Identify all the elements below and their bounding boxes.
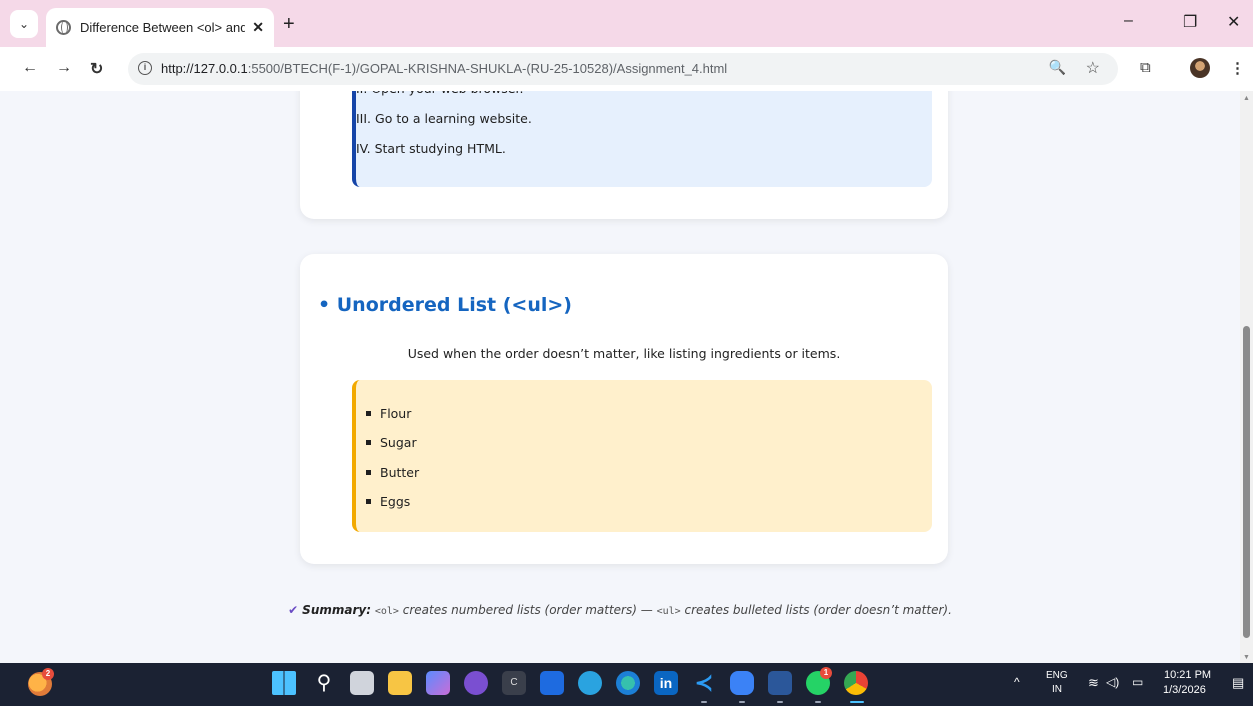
list-item: Flour (366, 403, 411, 423)
ordered-list-card: II. Open your web browser. III. Go to a … (300, 91, 948, 219)
browser-toolbar: ← → ↻ i http://127.0.0.1:5500/BTECH(F-1)… (0, 47, 1253, 91)
unordered-list-card: • Unordered List (<ul>) Used when the or… (300, 254, 948, 564)
square-bullet-icon (366, 469, 371, 475)
summary-label: Summary: (302, 603, 372, 617)
task-view-icon[interactable] (350, 671, 374, 695)
back-arrow-icon[interactable]: ← (22, 59, 38, 77)
list-item: Sugar (366, 432, 417, 452)
language-indicator[interactable]: ENG (1046, 670, 1068, 681)
scroll-up-arrow-icon[interactable]: ▲ (1243, 95, 1250, 102)
globe-icon (56, 20, 71, 35)
tab-close-icon[interactable]: ✕ (252, 19, 264, 36)
list-item: Eggs (366, 491, 410, 511)
running-indicator (815, 701, 821, 703)
windows-taskbar: 2 ⚲ C in ≺ 1 ^ ENG IN ≋ ◁) ▭ 10:21 PM 1/… (0, 663, 1253, 706)
ordered-list-box: II. Open your web browser. III. Go to a … (352, 91, 932, 187)
forward-arrow-icon[interactable]: → (56, 59, 72, 77)
vertical-scrollbar[interactable]: ▲ ▼ (1240, 91, 1253, 663)
site-info-icon[interactable]: i (138, 61, 152, 75)
menu-kebab-icon[interactable]: ⋮ (1230, 59, 1245, 77)
running-indicator (739, 701, 745, 703)
window-close-button[interactable]: ✕ (1227, 12, 1240, 32)
section-description: Used when the order doesn’t matter, like… (407, 346, 841, 361)
store-icon[interactable] (540, 671, 564, 695)
address-bar[interactable]: i http://127.0.0.1:5500/BTECH(F-1)/GOPAL… (128, 53, 1118, 85)
list-item: III. Go to a learning website. (356, 111, 532, 126)
search-icon[interactable]: ⚲ (312, 671, 336, 695)
extensions-icon[interactable]: ⧉ (1140, 59, 1151, 76)
ol-tag: <ol> (374, 606, 399, 617)
tab-strip: ⌄ Difference Between <ol> and < ✕ + – ❐ … (0, 0, 1253, 47)
square-bullet-icon (366, 410, 371, 416)
tab-title: Difference Between <ol> and < (80, 20, 245, 35)
linkedin-icon[interactable]: in (654, 671, 678, 695)
ul-tag: <ul> (656, 606, 681, 617)
chrome-icon[interactable] (844, 671, 868, 695)
notification-bell-icon[interactable]: ▤ (1232, 675, 1244, 691)
word-icon[interactable] (768, 671, 792, 695)
notification-badge: 2 (42, 668, 54, 680)
telegram-icon[interactable] (578, 671, 602, 695)
volume-icon[interactable]: ◁) (1106, 675, 1119, 689)
list-item: II. Open your web browser. (356, 91, 523, 101)
app-icon[interactable] (730, 671, 754, 695)
tab-search-chevron-icon[interactable]: ⌄ (10, 10, 38, 38)
list-item: Butter (366, 462, 419, 482)
vscode-icon[interactable]: ≺ (692, 671, 716, 695)
square-bullet-icon (366, 439, 371, 445)
bookmark-star-icon[interactable]: ☆ (1086, 58, 1100, 78)
new-tab-button[interactable]: + (283, 13, 295, 36)
windows-start-icon[interactable] (272, 671, 296, 695)
restore-button[interactable]: ❐ (1183, 12, 1197, 32)
battery-icon[interactable]: ▭ (1132, 675, 1143, 689)
summary-ul-text: creates bulleted lists (order doesn’t ma… (680, 603, 952, 617)
running-indicator (701, 701, 707, 703)
profile-avatar[interactable] (1190, 58, 1210, 78)
active-tab[interactable]: Difference Between <ol> and < ✕ (46, 8, 274, 47)
running-indicator (777, 701, 783, 703)
chevron-up-icon[interactable]: ^ (1014, 675, 1020, 689)
reload-icon[interactable]: ↻ (90, 59, 103, 79)
scrollbar-thumb[interactable] (1243, 326, 1250, 638)
clock-time[interactable]: 10:21 PM (1164, 669, 1211, 681)
zoom-icon[interactable]: 🔍 (1049, 59, 1066, 76)
unordered-list-box: Flour Sugar Butter Eggs (352, 380, 932, 532)
page-viewport: II. Open your web browser. III. Go to a … (0, 91, 1240, 663)
wifi-icon[interactable]: ≋ (1088, 675, 1099, 691)
edge-icon[interactable] (616, 671, 640, 695)
square-bullet-icon (366, 498, 371, 504)
checkmark-icon: ✔ (288, 603, 299, 617)
url-text[interactable]: http://127.0.0.1:5500/BTECH(F-1)/GOPAL-K… (161, 61, 727, 76)
file-explorer-icon[interactable] (388, 671, 412, 695)
summary-line: ✔ Summary: <ol> creates numbered lists (o… (0, 603, 1240, 617)
clock-date[interactable]: 1/3/2026 (1163, 684, 1206, 696)
section-heading: • Unordered List (<ul>) (318, 294, 572, 316)
minimize-button[interactable]: – (1124, 12, 1133, 30)
scroll-down-arrow-icon[interactable]: ▼ (1243, 654, 1250, 661)
copilot-icon[interactable] (426, 671, 450, 695)
active-indicator (850, 701, 864, 703)
list-item: IV. Start studying HTML. (356, 141, 506, 156)
c-app-icon[interactable]: C (502, 671, 526, 695)
summary-ol-text: creates numbered lists (order matters) — (398, 603, 657, 617)
whatsapp-badge: 1 (820, 667, 832, 679)
app-icon[interactable] (464, 671, 488, 695)
region-indicator[interactable]: IN (1052, 684, 1062, 695)
